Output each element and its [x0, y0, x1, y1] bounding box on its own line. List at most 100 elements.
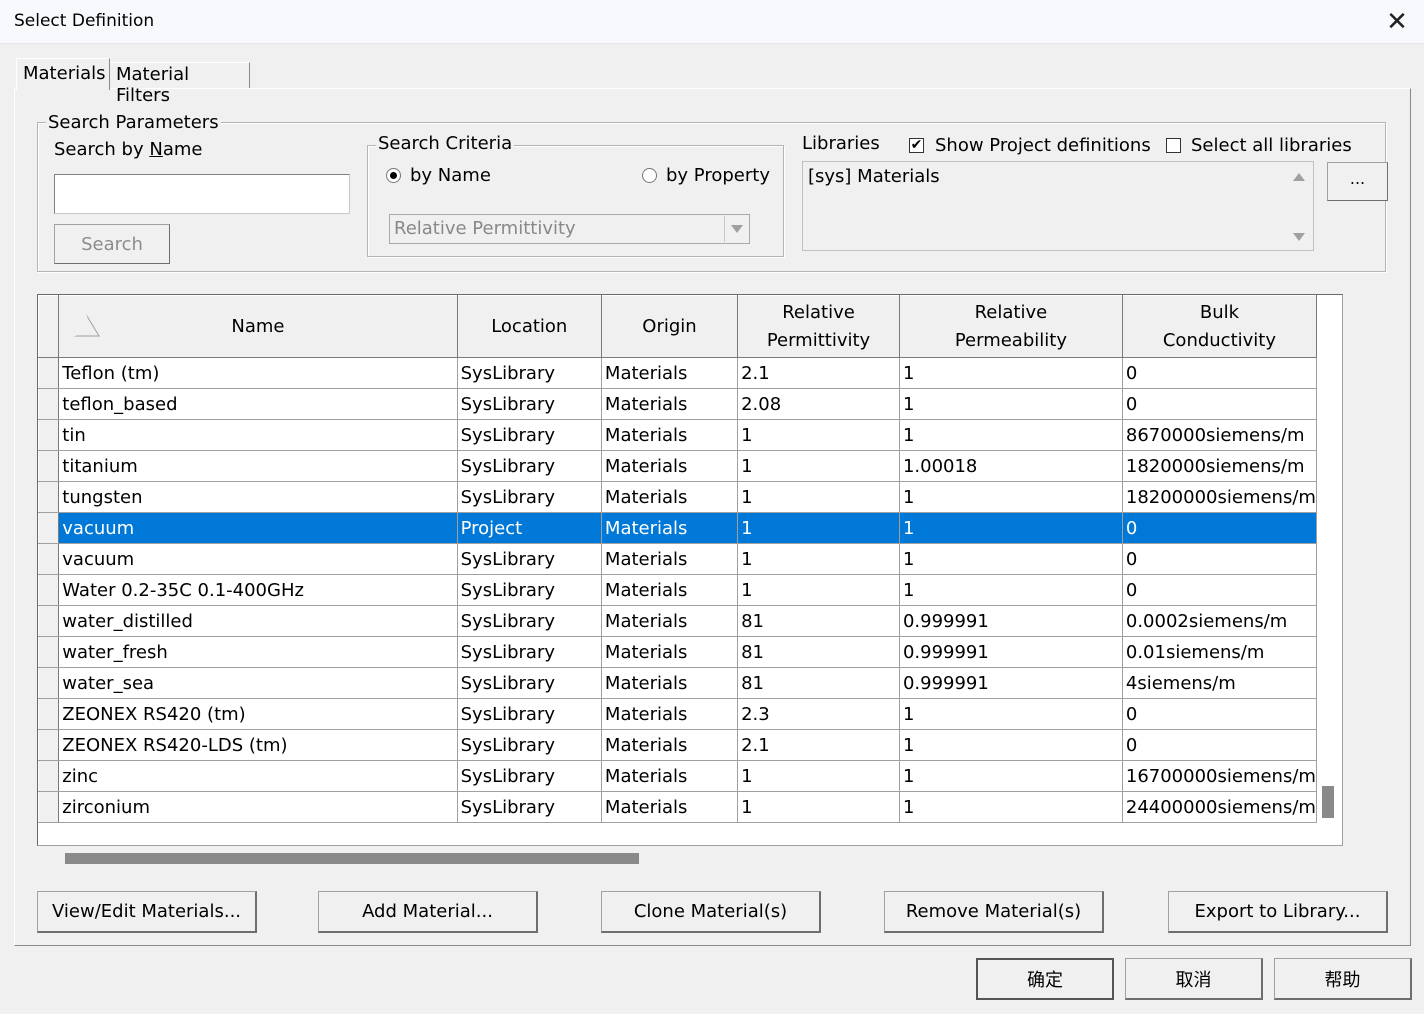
conductivity-cell[interactable]: 0	[1122, 357, 1317, 389]
location-cell[interactable]: Project	[457, 512, 602, 544]
origin-cell[interactable]: Materials	[601, 791, 739, 823]
conductivity-cell[interactable]: 0	[1122, 698, 1317, 730]
origin-cell[interactable]: Materials	[601, 667, 739, 699]
name-cell[interactable]: water_sea	[58, 667, 458, 699]
origin-cell[interactable]: Materials	[601, 450, 739, 482]
table-row[interactable]: teflon_based SysLibrary Materials 2.08 1 0	[38, 388, 1317, 420]
location-cell[interactable]: SysLibrary	[457, 605, 602, 637]
permittivity-cell[interactable]: 1	[737, 450, 900, 482]
row-header[interactable]	[38, 481, 60, 513]
row-header[interactable]	[38, 388, 60, 420]
remove-materials-button[interactable]: Remove Material(s)	[884, 891, 1104, 933]
row-header[interactable]	[38, 419, 60, 451]
location-cell[interactable]: SysLibrary	[457, 481, 602, 513]
origin-cell[interactable]: Materials	[601, 512, 739, 544]
location-cell[interactable]: SysLibrary	[457, 574, 602, 606]
scroll-up-icon[interactable]	[1293, 173, 1305, 181]
permittivity-cell[interactable]: 1	[737, 760, 900, 792]
conductivity-cell[interactable]: 0.01siemens/m	[1122, 636, 1317, 668]
column-header-origin[interactable]: Origin	[601, 295, 739, 358]
name-cell[interactable]: Water 0.2-35C 0.1-400GHz	[58, 574, 458, 606]
table-row[interactable]: Teflon (tm) SysLibrary Materials 2.1 1 0	[38, 357, 1317, 389]
table-row[interactable]: vacuum SysLibrary Materials 1 1 0	[38, 543, 1317, 575]
row-header[interactable]	[38, 636, 60, 668]
grid-horizontal-scrollbar-thumb[interactable]	[65, 853, 639, 864]
origin-cell[interactable]: Materials	[601, 760, 739, 792]
permittivity-cell[interactable]: 2.1	[737, 729, 900, 761]
permeability-cell[interactable]: 1	[899, 388, 1123, 420]
library-item[interactable]: [sys] Materials	[808, 166, 940, 187]
table-row[interactable]: water_sea SysLibrary Materials 81 0.999991 4s…	[38, 667, 1317, 699]
row-header[interactable]	[38, 791, 60, 823]
help-button[interactable]: 帮助	[1274, 958, 1412, 1000]
cancel-button[interactable]: 取消	[1125, 958, 1263, 1000]
origin-cell[interactable]: Materials	[601, 605, 739, 637]
row-header[interactable]	[38, 512, 60, 544]
name-cell[interactable]: Teflon (tm)	[58, 357, 458, 389]
location-cell[interactable]: SysLibrary	[457, 729, 602, 761]
column-header-name[interactable]: Name	[58, 295, 458, 358]
permeability-cell[interactable]: 1	[899, 574, 1123, 606]
ok-button[interactable]: 确定	[976, 958, 1114, 1000]
conductivity-cell[interactable]: 24400000siemens/m	[1122, 791, 1317, 823]
permittivity-cell[interactable]: 2.08	[737, 388, 900, 420]
origin-cell[interactable]: Materials	[601, 574, 739, 606]
location-cell[interactable]: SysLibrary	[457, 543, 602, 575]
name-cell[interactable]: water_fresh	[58, 636, 458, 668]
grid-vertical-scrollbar-thumb[interactable]	[1322, 786, 1334, 818]
permeability-cell[interactable]: 0.999991	[899, 605, 1123, 637]
name-cell[interactable]: vacuum	[58, 543, 458, 575]
origin-cell[interactable]: Materials	[601, 543, 739, 575]
search-input[interactable]	[54, 174, 350, 214]
row-header[interactable]	[38, 543, 60, 575]
property-select[interactable]: Relative Permittivity	[389, 214, 750, 244]
permittivity-cell[interactable]: 1	[737, 419, 900, 451]
location-cell[interactable]: SysLibrary	[457, 636, 602, 668]
permittivity-cell[interactable]: 81	[737, 667, 900, 699]
permittivity-cell[interactable]: 1	[737, 481, 900, 513]
permeability-cell[interactable]: 0.999991	[899, 636, 1123, 668]
conductivity-cell[interactable]: 0	[1122, 512, 1317, 544]
select-all-libraries-label[interactable]: Select all libraries	[1191, 135, 1352, 156]
permittivity-cell[interactable]: 1	[737, 574, 900, 606]
name-cell[interactable]: teflon_based	[58, 388, 458, 420]
table-row[interactable]: vacuum Project Materials 1 1 0	[38, 512, 1317, 544]
conductivity-cell[interactable]: 16700000siemens/m	[1122, 760, 1317, 792]
table-row[interactable]: Water 0.2-35C 0.1-400GHz SysLibrary Materi…	[38, 574, 1317, 606]
origin-cell[interactable]: Materials	[601, 481, 739, 513]
permeability-cell[interactable]: 1	[899, 357, 1123, 389]
conductivity-cell[interactable]: 0	[1122, 729, 1317, 761]
permeability-cell[interactable]: 0.999991	[899, 667, 1123, 699]
by-name-label[interactable]: by Name	[410, 165, 491, 186]
origin-cell[interactable]: Materials	[601, 357, 739, 389]
permeability-cell[interactable]: 1	[899, 481, 1123, 513]
name-cell[interactable]: tin	[58, 419, 458, 451]
name-cell[interactable]: ZEONEX RS420-LDS (tm)	[58, 729, 458, 761]
browse-libraries-button[interactable]: ...	[1327, 162, 1388, 201]
table-row[interactable]: tungsten SysLibrary Materials 1 1 18200000sie…	[38, 481, 1317, 513]
permittivity-cell[interactable]: 2.3	[737, 698, 900, 730]
table-row[interactable]: tin SysLibrary Materials 1 1 8670000siemens/m	[38, 419, 1317, 451]
permittivity-cell[interactable]: 1	[737, 543, 900, 575]
table-row[interactable]: titanium SysLibrary Materials 1 1.00018 18200…	[38, 450, 1317, 482]
table-row[interactable]: water_distilled SysLibrary Materials 81 0.99…	[38, 605, 1317, 637]
table-row[interactable]: zirconium SysLibrary Materials 1 1 24400000si…	[38, 791, 1317, 823]
location-cell[interactable]: SysLibrary	[457, 419, 602, 451]
location-cell[interactable]: SysLibrary	[457, 698, 602, 730]
permeability-cell[interactable]: 1	[899, 543, 1123, 575]
location-cell[interactable]: SysLibrary	[457, 667, 602, 699]
row-header[interactable]	[38, 760, 60, 792]
by-property-label[interactable]: by Property	[666, 165, 770, 186]
libraries-scrollbar[interactable]	[1287, 163, 1312, 249]
name-cell[interactable]: zinc	[58, 760, 458, 792]
origin-cell[interactable]: Materials	[601, 729, 739, 761]
conductivity-cell[interactable]: 4siemens/m	[1122, 667, 1317, 699]
conductivity-cell[interactable]: 0	[1122, 574, 1317, 606]
name-cell[interactable]: zirconium	[58, 791, 458, 823]
materials-grid[interactable]: Name Location Origin Relative Permittivit…	[37, 294, 1343, 846]
row-header[interactable]	[38, 357, 60, 389]
by-name-radio[interactable]	[386, 168, 401, 183]
origin-cell[interactable]: Materials	[601, 636, 739, 668]
origin-cell[interactable]: Materials	[601, 388, 739, 420]
row-header[interactable]	[38, 729, 60, 761]
